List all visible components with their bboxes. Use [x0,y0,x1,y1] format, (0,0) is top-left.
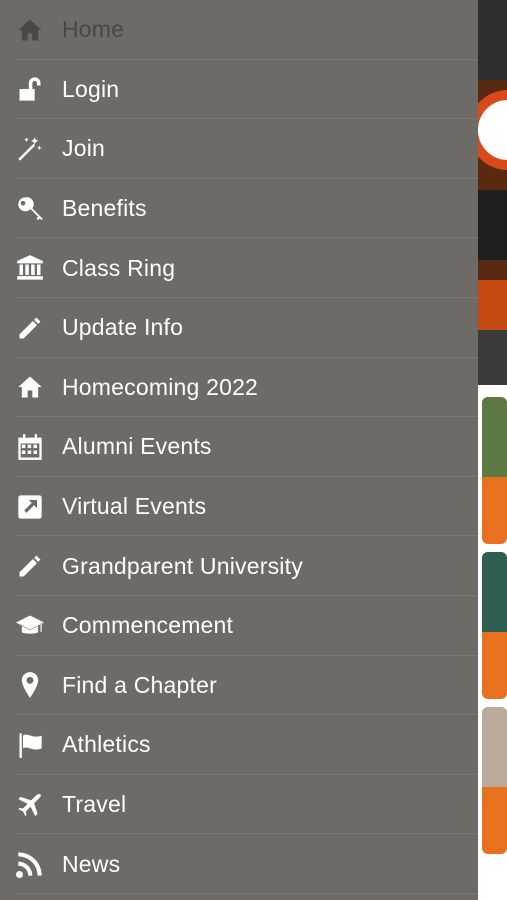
menu-item-benefits[interactable]: Benefits [0,179,478,239]
pencil-icon [14,550,46,582]
magic-wand-icon [14,133,46,165]
menu-item-label: Join [62,135,105,162]
card-photo [482,707,507,787]
menu-item-athletics[interactable]: Athletics [0,715,478,775]
background-card[interactable] [482,397,507,544]
pencil-icon [14,312,46,344]
menu-item-label: Athletics [62,731,151,758]
menu-item-label: Find a Chapter [62,671,217,698]
menu-item-label: Alumni Events [62,433,212,460]
menu-item-label: Class Ring [62,254,176,281]
menu-item-label: Homecoming 2022 [62,373,259,400]
key-icon [14,193,46,225]
flag-icon [14,729,46,761]
menu-item-class-ring[interactable]: Class Ring [0,238,478,298]
menu-item-news[interactable]: News [0,834,478,894]
background-card[interactable] [482,707,507,854]
menu-item-label: Update Info [62,314,184,341]
menu-item-label: Virtual Events [62,493,207,520]
card-photo [482,397,507,477]
menu-item-homecoming[interactable]: Homecoming 2022 [0,358,478,418]
menu-item-label: Commencement [62,612,234,639]
navigation-drawer: Home Login Join Benefits Class Ring Upda… [0,0,478,900]
card-photo [482,552,507,632]
menu-item-join[interactable]: Join [0,119,478,179]
background-hero-image [478,80,507,330]
background-section-bar [478,330,507,385]
menu-item-label: Travel [62,791,127,818]
bank-icon [14,252,46,284]
menu-item-grandparent-university[interactable]: Grandparent University [0,536,478,596]
menu-item-login[interactable]: Login [0,60,478,120]
menu-item-virtual-events[interactable]: Virtual Events [0,477,478,537]
background-app [478,0,507,900]
graduation-cap-icon [14,610,46,642]
hero-band-orange [478,280,507,330]
background-app-header [478,0,507,80]
menu-item-home[interactable]: Home [0,0,478,60]
map-marker-icon [14,669,46,701]
background-card[interactable] [482,552,507,699]
rss-icon [14,848,46,880]
home-icon [14,14,46,46]
plane-icon [14,789,46,821]
calendar-icon [14,431,46,463]
menu-item-alumni-events[interactable]: Alumni Events [0,417,478,477]
menu-item-label: News [62,850,121,877]
home-icon [14,371,46,403]
menu-item-update-info[interactable]: Update Info [0,298,478,358]
menu-item-label: Home [62,16,125,43]
menu-item-commencement[interactable]: Commencement [0,596,478,656]
menu-item-travel[interactable]: Travel [0,775,478,835]
menu-item-find-chapter[interactable]: Find a Chapter [0,656,478,716]
menu-item-label: Benefits [62,195,147,222]
drawer-menu: Home Login Join Benefits Class Ring Upda… [0,0,478,894]
menu-item-label: Login [62,75,120,102]
hero-band [478,190,507,260]
unlock-icon [14,73,46,105]
external-link-icon [14,491,46,523]
hero-logo-shape [478,90,507,170]
menu-item-label: Grandparent University [62,552,303,579]
